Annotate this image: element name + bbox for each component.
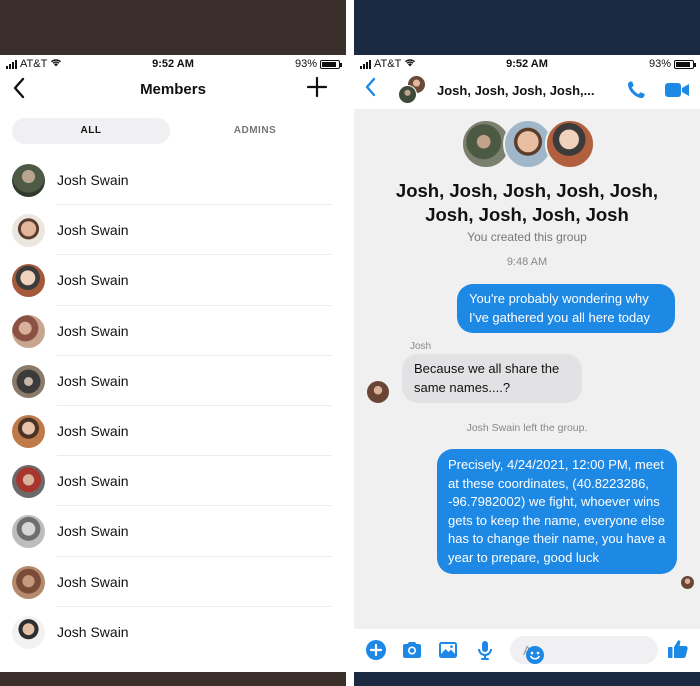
member-row[interactable]: Josh Swain (0, 205, 346, 256)
chat-header: Josh, Josh, Josh, Josh,... (354, 73, 700, 109)
outgoing-message[interactable]: You're probably wondering why I've gathe… (457, 284, 675, 333)
message-input[interactable]: Aa (510, 636, 658, 664)
avatar (12, 364, 45, 398)
message-composer: Aa (354, 629, 700, 672)
emoji-button[interactable] (523, 643, 547, 667)
status-bar: AT&T 9:52 AM 93% (0, 55, 346, 73)
member-row[interactable]: Josh Swain (0, 456, 346, 507)
top-photo-band (354, 0, 700, 55)
avatar (367, 381, 389, 403)
chevron-left-icon (365, 77, 376, 97)
group-avatars (461, 119, 595, 169)
tab-all[interactable]: ALL (12, 118, 170, 144)
chat-title[interactable]: Josh, Josh, Josh, Josh,... (437, 83, 595, 98)
battery-indicator: 93% (648, 58, 696, 70)
avatar (12, 314, 45, 348)
read-receipt-avatar (681, 576, 694, 589)
chat-screen: AT&T 9:52 AM 93% Josh, Josh, Josh, Josh,… (354, 0, 700, 686)
outgoing-message[interactable]: Precisely, 4/24/2021, 12:00 PM, meet at … (437, 449, 677, 574)
sender-name: Josh (410, 341, 432, 352)
avatar (545, 119, 595, 169)
member-name: Josh Swain (57, 573, 129, 590)
member-name: Josh Swain (57, 372, 129, 389)
call-button[interactable] (624, 78, 648, 102)
member-name: Josh Swain (57, 222, 129, 239)
camera-icon (403, 642, 421, 658)
member-row[interactable]: Josh Swain (0, 607, 346, 657)
member-list: Josh Swain Josh Swain Josh Swain Josh Sw… (0, 155, 346, 657)
battery-icon (674, 59, 696, 69)
group-created-notice: You created this group (467, 230, 587, 244)
avatar (12, 515, 45, 549)
incoming-message[interactable]: Because we all share the same names....? (402, 354, 582, 403)
avatar (12, 565, 45, 599)
add-member-button[interactable] (306, 75, 328, 103)
member-row[interactable]: Josh Swain (0, 306, 346, 356)
group-name-line: Josh, Josh, Josh, Josh, Josh, (395, 180, 659, 201)
plus-circle-icon (366, 640, 386, 660)
microphone-icon (478, 641, 492, 660)
like-button[interactable] (666, 637, 690, 661)
avatar (12, 164, 45, 197)
member-row[interactable]: Josh Swain (0, 557, 346, 607)
avatar (12, 615, 45, 649)
member-left-notice: Josh Swain left the group. (466, 422, 588, 434)
group-name-line: Josh, Josh, Josh, Josh (425, 204, 629, 225)
video-call-button[interactable] (664, 80, 690, 100)
group-avatar[interactable] (398, 75, 426, 105)
battery-indicator: 93% (294, 58, 342, 70)
battery-icon (320, 59, 342, 69)
member-name: Josh Swain (57, 422, 129, 439)
thumbs-up-icon (668, 640, 688, 658)
battery-percent: 93% (648, 58, 671, 70)
member-row[interactable]: Josh Swain (0, 255, 346, 306)
member-name: Josh Swain (57, 623, 129, 640)
add-attachment-button[interactable] (364, 638, 388, 662)
emoji-icon (526, 646, 544, 664)
member-name: Josh Swain (57, 322, 129, 339)
member-name: Josh Swain (57, 473, 129, 490)
message-timestamp: 9:48 AM (506, 256, 548, 268)
camera-button[interactable] (400, 638, 424, 662)
tab-admins[interactable]: ADMINS (176, 118, 334, 144)
message-thread[interactable]: Josh, Josh, Josh, Josh, Josh, Josh, Josh… (354, 109, 700, 629)
member-row[interactable]: Josh Swain (0, 406, 346, 457)
avatar (12, 414, 45, 448)
member-name: Josh Swain (57, 272, 129, 289)
phone-icon (627, 81, 645, 99)
members-header: Members (0, 73, 346, 109)
plus-icon (306, 76, 328, 98)
image-icon (439, 642, 457, 658)
status-bar: AT&T 9:52 AM 93% (354, 55, 700, 73)
video-camera-icon (665, 83, 689, 97)
member-name: Josh Swain (57, 172, 129, 188)
avatar (12, 465, 45, 499)
group-name: Josh, Josh, Josh, Josh, Josh, Josh, Josh… (364, 179, 690, 227)
member-row[interactable]: Josh Swain (0, 155, 346, 206)
avatar (12, 264, 45, 298)
avatar (12, 214, 45, 248)
member-name: Josh Swain (57, 523, 129, 540)
member-tabs: ALL ADMINS (12, 118, 334, 144)
battery-percent: 93% (294, 58, 317, 70)
page-title: Members (140, 81, 206, 98)
member-row[interactable]: Josh Swain (0, 506, 346, 557)
top-photo-band (0, 0, 346, 55)
back-button[interactable] (364, 77, 376, 103)
gallery-button[interactable] (436, 638, 460, 662)
panel-separator (346, 0, 354, 686)
bottom-photo-band (0, 672, 346, 686)
avatar (398, 85, 417, 104)
members-screen: AT&T 9:52 AM 93% Members ALL ADMINS Josh… (0, 0, 346, 686)
voice-message-button[interactable] (473, 638, 497, 662)
member-row[interactable]: Josh Swain (0, 356, 346, 406)
bottom-photo-band (354, 672, 700, 686)
